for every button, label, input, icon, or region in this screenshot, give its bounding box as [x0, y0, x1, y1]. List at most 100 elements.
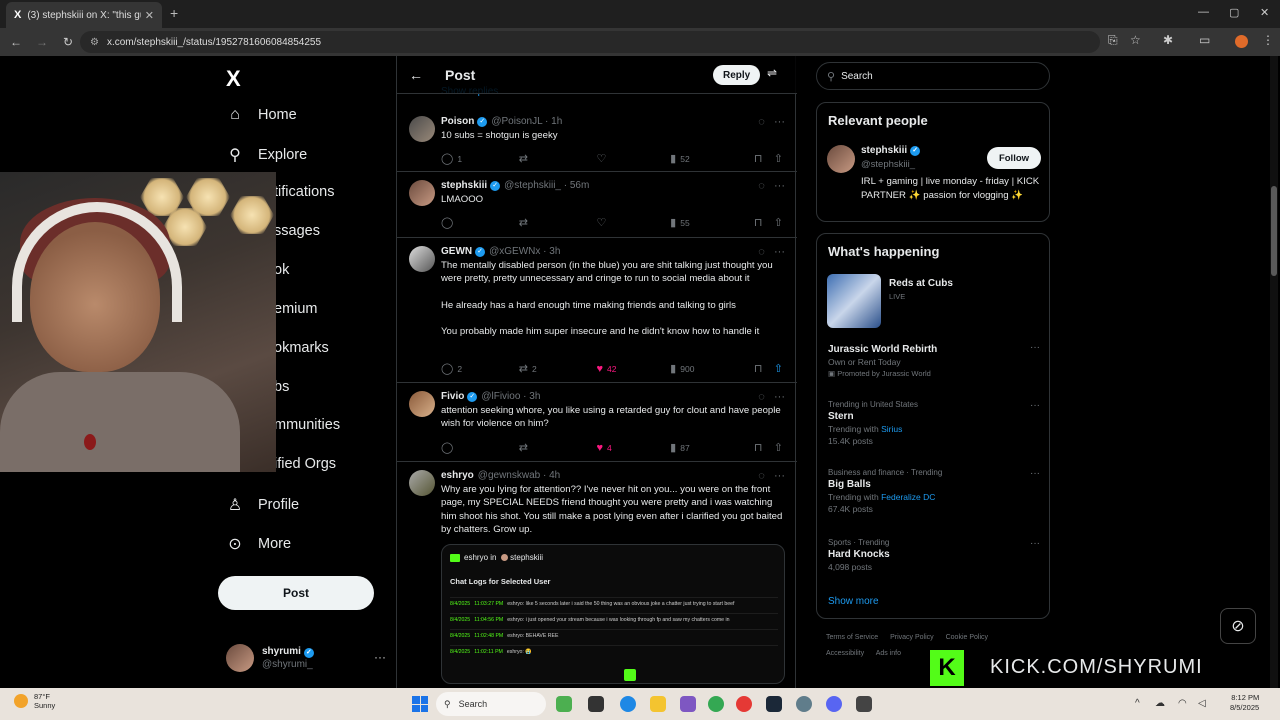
copilot-icon[interactable]: [680, 696, 696, 712]
tweet-author-name[interactable]: Fivio: [441, 391, 464, 402]
reply-tweet[interactable]: stephskiii ✓ @stephskiii_ · 56m ◌ ··· LM…: [397, 172, 797, 238]
tweet-author-name[interactable]: stephskiii: [441, 180, 487, 191]
back-icon[interactable]: ←: [4, 35, 28, 49]
url-field[interactable]: ⚙ x.com/stephskiii_/status/1952781606084…: [80, 31, 1100, 53]
tab-close-icon[interactable]: ✕: [145, 9, 154, 22]
tweet-handle[interactable]: @stephskiii_ · 56m: [504, 180, 589, 191]
more-icon[interactable]: ···: [774, 391, 785, 403]
scrollbar-track[interactable]: [1270, 56, 1278, 688]
trend-item[interactable]: Jurassic World Rebirth Own or Rent Today…: [828, 342, 1040, 378]
tweet-author-name[interactable]: GEWN: [441, 246, 472, 257]
new-tab-button[interactable]: +: [170, 5, 178, 21]
extensions-icon[interactable]: ✱: [1163, 33, 1173, 47]
footer-link[interactable]: Ads info: [876, 650, 901, 657]
bookmark-action[interactable]: ⊓: [754, 362, 774, 375]
share-action[interactable]: ⇧: [774, 441, 787, 454]
reply-action[interactable]: ◯ 2: [441, 362, 519, 375]
account-more-icon[interactable]: ···: [374, 650, 386, 664]
nav-verified-orgs[interactable]: ified Orgs: [274, 456, 336, 472]
repost-action[interactable]: ⇄ 2: [519, 362, 597, 375]
footer-link[interactable]: Privacy Policy: [890, 634, 934, 641]
search-input[interactable]: ⚲ Search: [816, 62, 1050, 90]
views-action[interactable]: ▮ 52: [670, 152, 754, 165]
grok-floating-button[interactable]: ⊘: [1220, 608, 1256, 644]
scrollbar-thumb[interactable]: [1271, 186, 1277, 276]
reply-action[interactable]: ◯: [441, 441, 519, 454]
taskbar-app-icon[interactable]: [556, 696, 572, 712]
relevant-person-name-row[interactable]: stephskiii ✓: [861, 145, 924, 156]
repost-action[interactable]: ⇄: [519, 152, 597, 165]
repost-action[interactable]: ⇄: [519, 216, 597, 229]
nav-more[interactable]: ⊙ More: [226, 534, 291, 554]
bookmark-action[interactable]: ⊓: [754, 216, 774, 229]
post-button[interactable]: Post: [218, 576, 374, 610]
grok-icon[interactable]: ◌: [758, 246, 765, 258]
forward-icon[interactable]: →: [30, 35, 54, 49]
chat-log-image[interactable]: eshryo in stephskiii Chat Logs for Selec…: [441, 544, 785, 684]
footer-link[interactable]: Terms of Service: [826, 634, 878, 641]
reply-button[interactable]: Reply: [713, 65, 761, 85]
trend-link[interactable]: Sirius: [881, 424, 902, 434]
weather-widget[interactable]: 87°F Sunny: [14, 692, 55, 710]
like-action[interactable]: ♥ 42: [596, 363, 670, 375]
trend-link[interactable]: Federalize DC: [881, 492, 935, 502]
trend-more-icon[interactable]: ···: [1030, 400, 1040, 411]
avatar[interactable]: [409, 470, 435, 496]
volume-icon[interactable]: ◁: [1198, 698, 1206, 709]
more-icon[interactable]: ···: [774, 470, 785, 482]
nav-messages[interactable]: ssages: [274, 223, 320, 239]
follow-button[interactable]: Follow: [987, 147, 1041, 169]
nav-home[interactable]: ⌂ Home: [226, 106, 297, 124]
install-app-icon[interactable]: ⎘: [1108, 33, 1118, 48]
relevant-person-handle[interactable]: @stephskiii_: [861, 159, 915, 170]
x-logo-icon[interactable]: X: [226, 66, 241, 92]
trend-item[interactable]: Sports · Trending Hard Knocks 4,098 post…: [828, 538, 1040, 572]
nav-notifications[interactable]: tifications: [274, 184, 334, 200]
reply-tweet[interactable]: Fivio ✓ @lFivioo · 3h ◌ ··· attention se…: [397, 383, 797, 462]
trend-more-icon[interactable]: ···: [1030, 538, 1040, 549]
nav-communities[interactable]: mmunities: [274, 417, 340, 433]
nav-profile[interactable]: ♙ Profile: [226, 495, 299, 515]
avatar[interactable]: [827, 145, 855, 173]
trend-more-icon[interactable]: ···: [1030, 468, 1040, 479]
share-action[interactable]: ⇧: [774, 152, 787, 165]
obs-icon[interactable]: [856, 696, 872, 712]
site-info-icon[interactable]: ⚙: [90, 37, 99, 48]
like-action[interactable]: ♥ 4: [596, 442, 670, 454]
more-icon[interactable]: ···: [774, 116, 785, 128]
bookmark-action[interactable]: ⊓: [754, 152, 774, 165]
maximize-button[interactable]: ▢: [1229, 6, 1239, 19]
views-action[interactable]: ▮ 900: [670, 362, 754, 375]
reply-tweet[interactable]: GEWN ✓ @xGEWNx · 3h ◌ ··· The mentally d…: [397, 238, 797, 383]
opera-icon[interactable]: [736, 696, 752, 712]
settings-gear-icon[interactable]: [796, 696, 812, 712]
discord-icon[interactable]: [826, 696, 842, 712]
sidebar-icon[interactable]: ▭: [1199, 33, 1210, 47]
filter-icon[interactable]: ⇌: [767, 66, 777, 80]
like-action[interactable]: ♡: [596, 152, 670, 165]
avatar[interactable]: [409, 180, 435, 206]
grok-icon[interactable]: ◌: [758, 470, 765, 482]
tweet-author-name[interactable]: eshryo: [441, 470, 474, 481]
avatar[interactable]: [409, 391, 435, 417]
close-window-button[interactable]: ✕: [1260, 6, 1269, 19]
grok-icon[interactable]: ◌: [758, 391, 765, 403]
event-thumbnail[interactable]: [827, 274, 881, 328]
views-action[interactable]: ▮ 55: [670, 216, 754, 229]
nav-explore[interactable]: ⚲ Explore: [226, 145, 307, 165]
browser-tab[interactable]: X (3) stephskiii on X: "this guy ha ✕: [6, 2, 162, 28]
grok-icon[interactable]: ◌: [758, 116, 765, 128]
like-action[interactable]: ♡: [596, 216, 670, 229]
reply-action[interactable]: ◯ 1: [441, 152, 519, 165]
browser-profile-avatar[interactable]: [1235, 35, 1248, 48]
nav-premium[interactable]: emium: [274, 301, 318, 317]
show-more-link[interactable]: Show more: [828, 596, 879, 607]
back-arrow-icon[interactable]: ←: [409, 67, 423, 83]
reload-icon[interactable]: ↻: [56, 35, 80, 49]
trend-item[interactable]: Business and finance · Trending Big Ball…: [828, 468, 1040, 514]
taskbar-search[interactable]: ⚲ Search: [436, 692, 546, 716]
nav-jobs[interactable]: bs: [274, 379, 289, 395]
clock[interactable]: 8:12 PM 8/5/2025: [1230, 693, 1259, 713]
footer-link[interactable]: Cookie Policy: [946, 634, 988, 641]
more-icon[interactable]: ···: [774, 180, 785, 192]
